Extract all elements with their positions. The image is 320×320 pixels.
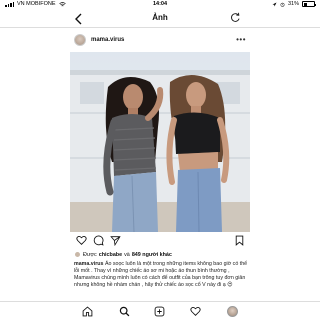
home-icon[interactable] — [82, 306, 93, 317]
battery-percent: 31% — [287, 1, 299, 7]
comment-icon[interactable] — [93, 235, 104, 246]
likes-line[interactable]: Được chicbabe và 849 người khác — [74, 251, 250, 258]
bottom-tab-bar — [0, 301, 320, 320]
caption-username[interactable]: mama.virus — [74, 261, 103, 267]
more-options-icon[interactable]: ••• — [236, 35, 246, 44]
page-title: Ảnh — [152, 13, 168, 22]
liked-by-connector: và — [124, 251, 130, 258]
location-icon — [272, 2, 277, 6]
liked-by-user[interactable]: chicbabe — [99, 252, 122, 258]
battery-icon — [302, 1, 316, 7]
search-icon[interactable] — [119, 306, 130, 317]
post-username[interactable]: mama.virus — [91, 37, 124, 43]
liked-by-others[interactable]: 849 người khác — [132, 252, 172, 258]
status-right: 31% — [272, 1, 316, 7]
heart-icon[interactable] — [76, 235, 87, 246]
nav-bar: Ảnh — [0, 9, 320, 28]
bookmark-icon[interactable] — [234, 235, 245, 246]
activity-heart-icon[interactable] — [190, 306, 201, 317]
liker-avatar — [74, 251, 81, 258]
post-header: mama.virus ••• — [70, 30, 250, 50]
status-bar: VN MOBIFONE 14:04 31% — [0, 0, 320, 9]
post-caption: mama.virus Áo soọc luôn là một trong nhữ… — [74, 261, 250, 289]
profile-avatar-icon[interactable] — [227, 306, 238, 317]
share-icon[interactable] — [110, 235, 121, 246]
avatar[interactable] — [74, 34, 86, 46]
alarm-icon — [280, 2, 285, 7]
refresh-icon[interactable] — [230, 12, 241, 23]
post-actions — [70, 234, 250, 248]
post-photo[interactable] — [70, 52, 250, 232]
liked-by-prefix: Được — [83, 251, 97, 258]
new-post-icon[interactable] — [154, 306, 165, 317]
photo-illustration — [70, 52, 250, 232]
